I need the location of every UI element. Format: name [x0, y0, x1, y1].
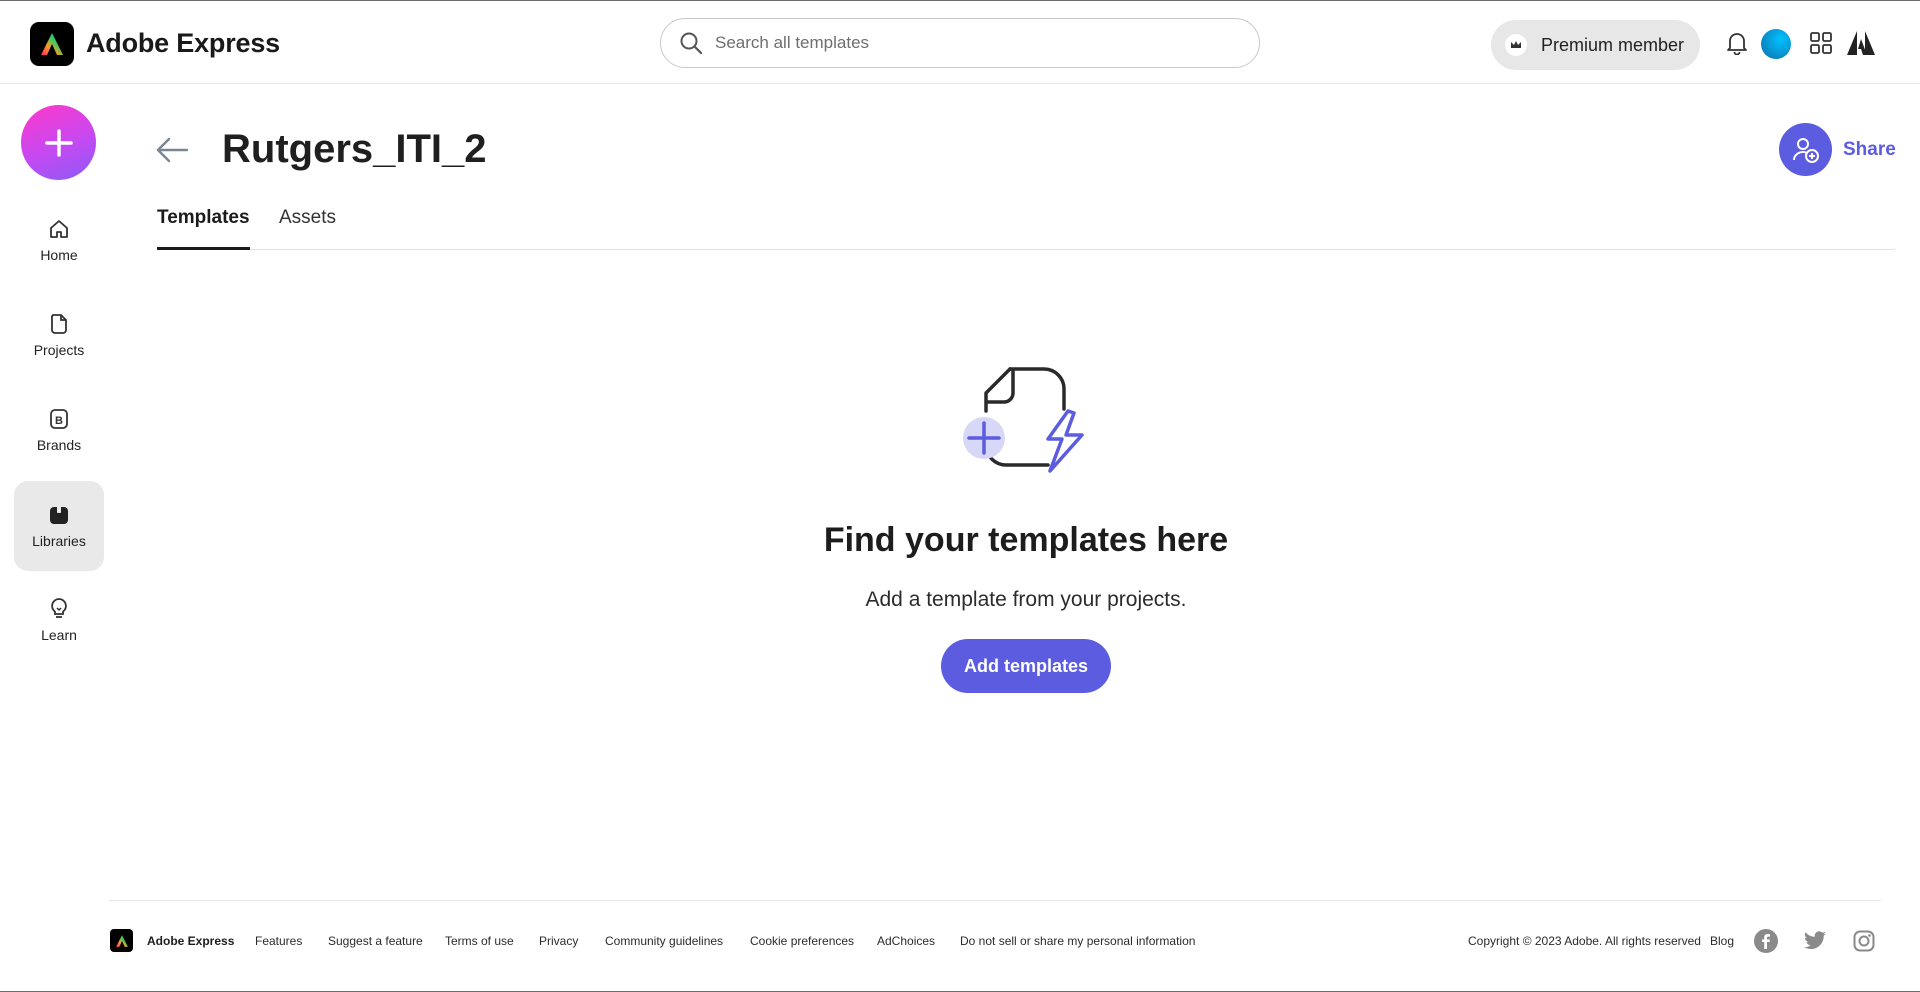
apps-grid-icon[interactable] [1806, 28, 1836, 58]
empty-state-title: Find your templates here [823, 521, 1229, 559]
add-user-icon [1792, 137, 1819, 163]
search-bar[interactable] [660, 18, 1260, 68]
projects-icon [51, 314, 67, 334]
create-new-button[interactable] [21, 105, 96, 180]
twitter-icon[interactable] [1803, 929, 1827, 953]
tab-bar: Templates Assets [157, 207, 1895, 250]
footer-link-cookie-preferences[interactable]: Cookie preferences [750, 934, 854, 948]
sidebar-item-label: Home [40, 247, 78, 263]
svg-text:B: B [55, 415, 63, 427]
page-title: Rutgers_ITI_2 [222, 127, 487, 171]
adobe-express-logo[interactable] [30, 22, 74, 66]
premium-member-label: Premium member [1541, 34, 1685, 55]
footer-link-features[interactable]: Features [255, 934, 302, 948]
notifications-bell-icon[interactable] [1722, 28, 1752, 58]
adobe-express-logo-icon [41, 33, 63, 55]
footer-link-blog[interactable]: Blog [1710, 934, 1734, 948]
adobe-express-logo-icon [115, 934, 128, 947]
sidebar-item-home[interactable]: Home [14, 195, 104, 285]
empty-state-subtitle: Add a template from your projects. [865, 588, 1187, 611]
footer-link-terms[interactable]: Terms of use [445, 934, 514, 948]
footer-copyright: Copyright © 2023 Adobe. All rights reser… [1468, 934, 1701, 948]
top-header: Adobe Express Premium member [0, 2, 1920, 84]
search-input[interactable] [715, 33, 1215, 53]
back-arrow-icon[interactable] [154, 135, 190, 165]
footer: Adobe Express Features Suggest a feature… [109, 900, 1881, 982]
app-name[interactable]: Adobe Express [86, 28, 280, 59]
sidebar-item-label: Projects [33, 342, 85, 358]
footer-brand[interactable]: Adobe Express [147, 934, 234, 948]
sidebar-item-label: Learn [41, 627, 77, 643]
sidebar-item-projects[interactable]: Projects [14, 290, 104, 380]
tab-assets[interactable]: Assets [279, 207, 336, 250]
share-button[interactable]: Share [1843, 139, 1896, 161]
footer-adobe-express-logo[interactable] [110, 929, 133, 952]
instagram-icon[interactable] [1852, 929, 1876, 953]
tab-templates[interactable]: Templates [157, 207, 250, 250]
footer-link-privacy[interactable]: Privacy [539, 934, 578, 948]
facebook-icon[interactable] [1754, 929, 1778, 953]
sidebar-item-brands[interactable]: B Brands [14, 385, 104, 475]
plus-icon [44, 128, 73, 157]
adobe-logo-icon[interactable] [1846, 28, 1876, 58]
footer-link-adchoices[interactable]: AdChoices [877, 934, 935, 948]
search-icon [680, 32, 703, 55]
user-avatar[interactable] [1761, 29, 1791, 59]
footer-link-do-not-sell[interactable]: Do not sell or share my personal informa… [960, 934, 1195, 948]
footer-link-community-guidelines[interactable]: Community guidelines [605, 934, 723, 948]
add-templates-button[interactable]: Add templates [941, 639, 1111, 693]
crown-icon [1505, 34, 1527, 56]
footer-link-suggest-feature[interactable]: Suggest a feature [328, 934, 423, 948]
empty-templates-illustration [958, 361, 1093, 481]
brands-icon: B [50, 409, 68, 429]
sidebar-item-label: Brands [36, 437, 82, 453]
premium-member-badge[interactable]: Premium member [1491, 20, 1700, 70]
share-user-avatar[interactable] [1779, 123, 1832, 176]
home-icon [50, 220, 68, 238]
